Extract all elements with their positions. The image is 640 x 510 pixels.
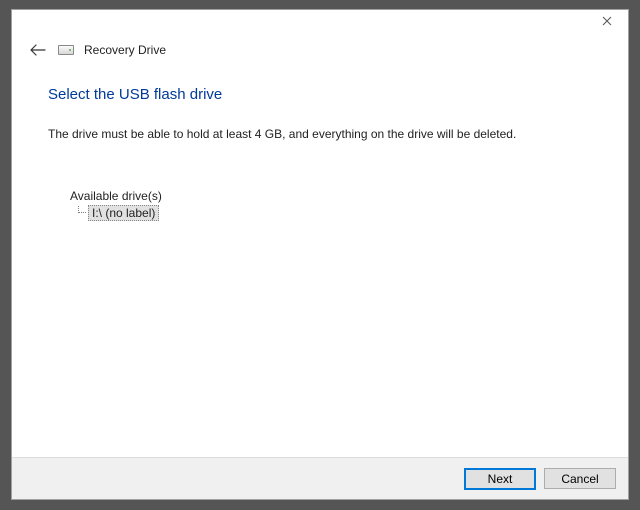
close-icon [602,16,612,26]
next-button[interactable]: Next [464,468,536,490]
dialog-title: Recovery Drive [84,43,166,57]
tree-connector-icon [74,206,86,220]
dialog-header: Recovery Drive [12,40,628,68]
titlebar [12,10,628,40]
drives-tree: I:\ (no label) [70,205,592,221]
dialog-footer: Next Cancel [12,457,628,499]
available-drives-section: Available drive(s) I:\ (no label) [48,189,592,221]
page-heading: Select the USB flash drive [48,86,592,103]
cancel-button[interactable]: Cancel [544,468,616,489]
dialog-content: Select the USB flash drive The drive mus… [12,68,628,457]
page-description: The drive must be able to hold at least … [48,127,592,141]
available-drives-label: Available drive(s) [70,189,592,203]
drive-list-item[interactable]: I:\ (no label) [74,205,592,221]
back-button[interactable] [28,40,48,60]
drive-item-label: I:\ (no label) [88,205,159,221]
recovery-drive-dialog: Recovery Drive Select the USB flash driv… [11,9,629,500]
close-button[interactable] [586,10,628,32]
drive-icon [58,45,74,55]
back-arrow-icon [30,44,46,56]
